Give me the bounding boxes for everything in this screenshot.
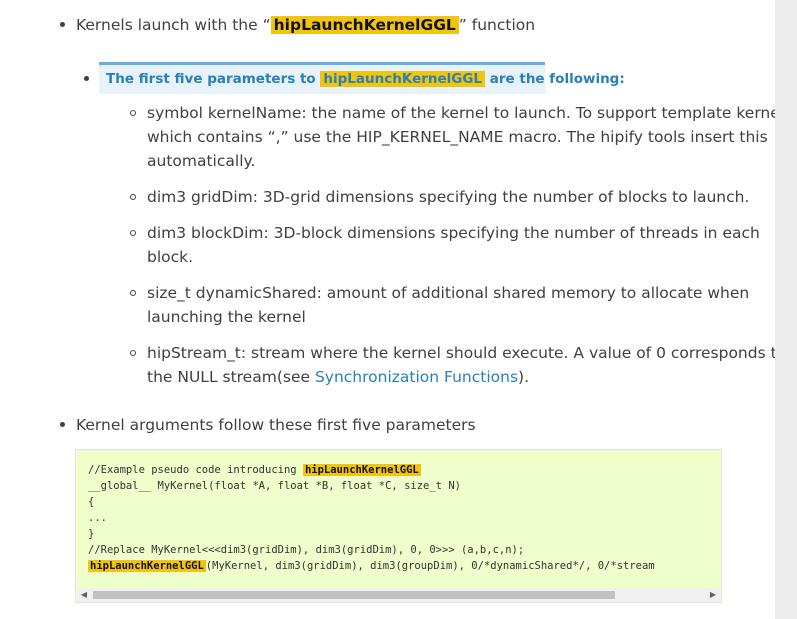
highlighted-term: hipLaunchKernelGGL [320, 71, 486, 87]
horizontal-scrollbar[interactable]: ◀ ▶ [77, 588, 720, 602]
code-line: } [88, 528, 95, 540]
text-line: automatically. [147, 152, 256, 170]
admonition-note: The first five parameters to hipLaunchKe… [99, 62, 625, 94]
list-item-kernel-arguments: Kernel arguments follow these first five… [76, 416, 476, 434]
text-line: hipStream_t: stream where the kernel sho… [147, 344, 787, 362]
text-segment: are the following: [485, 71, 625, 87]
scroll-right-arrow-icon[interactable]: ▶ [706, 588, 720, 602]
code-line: __global__ MyKernel(float *A, float *B, … [88, 480, 461, 492]
scroll-left-arrow-icon[interactable]: ◀ [77, 588, 91, 602]
code-text: (MyKernel, dim3(gridDim), dim3(groupDim)… [205, 560, 655, 572]
sublist-bullet [130, 290, 136, 296]
text-line: dim3 blockDim: 3D-block dimensions speci… [147, 224, 760, 242]
text-line: which contains “,” use the HIP_KERNEL_NA… [147, 128, 768, 146]
list-bullet [60, 422, 65, 427]
sublist-bullet [130, 230, 136, 236]
code-line: ... [88, 512, 107, 524]
highlighted-term: hipLaunchKernelGGL [88, 560, 206, 572]
param-block-dim: dim3 blockDim: 3D-block dimensions speci… [147, 221, 760, 269]
sublist-bullet [130, 194, 136, 200]
text-segment: ). [518, 368, 530, 386]
highlighted-term: hipLaunchKernelGGL [302, 464, 421, 476]
text-segment: The first five parameters to [106, 71, 321, 87]
text-line: launching the kernel [147, 308, 306, 326]
param-dynamic-shared: size_t dynamicShared: amount of addition… [147, 281, 749, 329]
code-line: //Replace MyKernel<<<dim3(gridDim), dim3… [88, 544, 525, 556]
code-line: hipLaunchKernelGGL (MyKernel, dim3(gridDi… [88, 558, 655, 574]
synchronization-functions-link[interactable]: Synchronization Functions [315, 368, 518, 386]
param-grid-dim: dim3 gridDim: 3D-grid dimensions specify… [147, 185, 749, 209]
text-line: block. [147, 248, 194, 266]
text-segment: Kernels launch with the “ [76, 16, 271, 34]
text-line: the NULL stream(see Synchronization Func… [147, 365, 786, 389]
sublist-bullet [130, 350, 136, 356]
admonition-title: The first five parameters to hipLaunchKe… [106, 68, 625, 90]
text-line: size_t dynamicShared: amount of addition… [147, 284, 750, 302]
code-comment: //Example pseudo code introducing [88, 464, 303, 476]
highlighted-term: hipLaunchKernelGGL [270, 16, 459, 34]
code-line: //Example pseudo code introducing hipLau… [88, 462, 421, 478]
document-page: Kernels launch with the “hipLaunchKernel… [0, 0, 792, 619]
sublist-bullet [130, 110, 136, 116]
page-side-rail [775, 0, 797, 619]
param-kernel-name: symbol kernelName: the name of the kerne… [147, 101, 792, 173]
list-bullet [84, 76, 89, 81]
list-bullet [60, 22, 65, 27]
text-segment: the NULL stream(see [147, 368, 315, 386]
scrollbar-thumb[interactable] [93, 591, 615, 599]
text-line: dim3 gridDim: 3D-grid dimensions specify… [147, 188, 750, 206]
param-hip-stream: hipStream_t: stream where the kernel sho… [147, 341, 786, 389]
list-item-kernels-launch: Kernels launch with the “hipLaunchKernel… [76, 13, 535, 37]
text-line: symbol kernelName: the name of the kerne… [147, 104, 793, 122]
code-block[interactable]: //Example pseudo code introducing hipLau… [75, 449, 722, 603]
code-line: { [88, 496, 95, 508]
text-segment: ” function [458, 16, 536, 34]
